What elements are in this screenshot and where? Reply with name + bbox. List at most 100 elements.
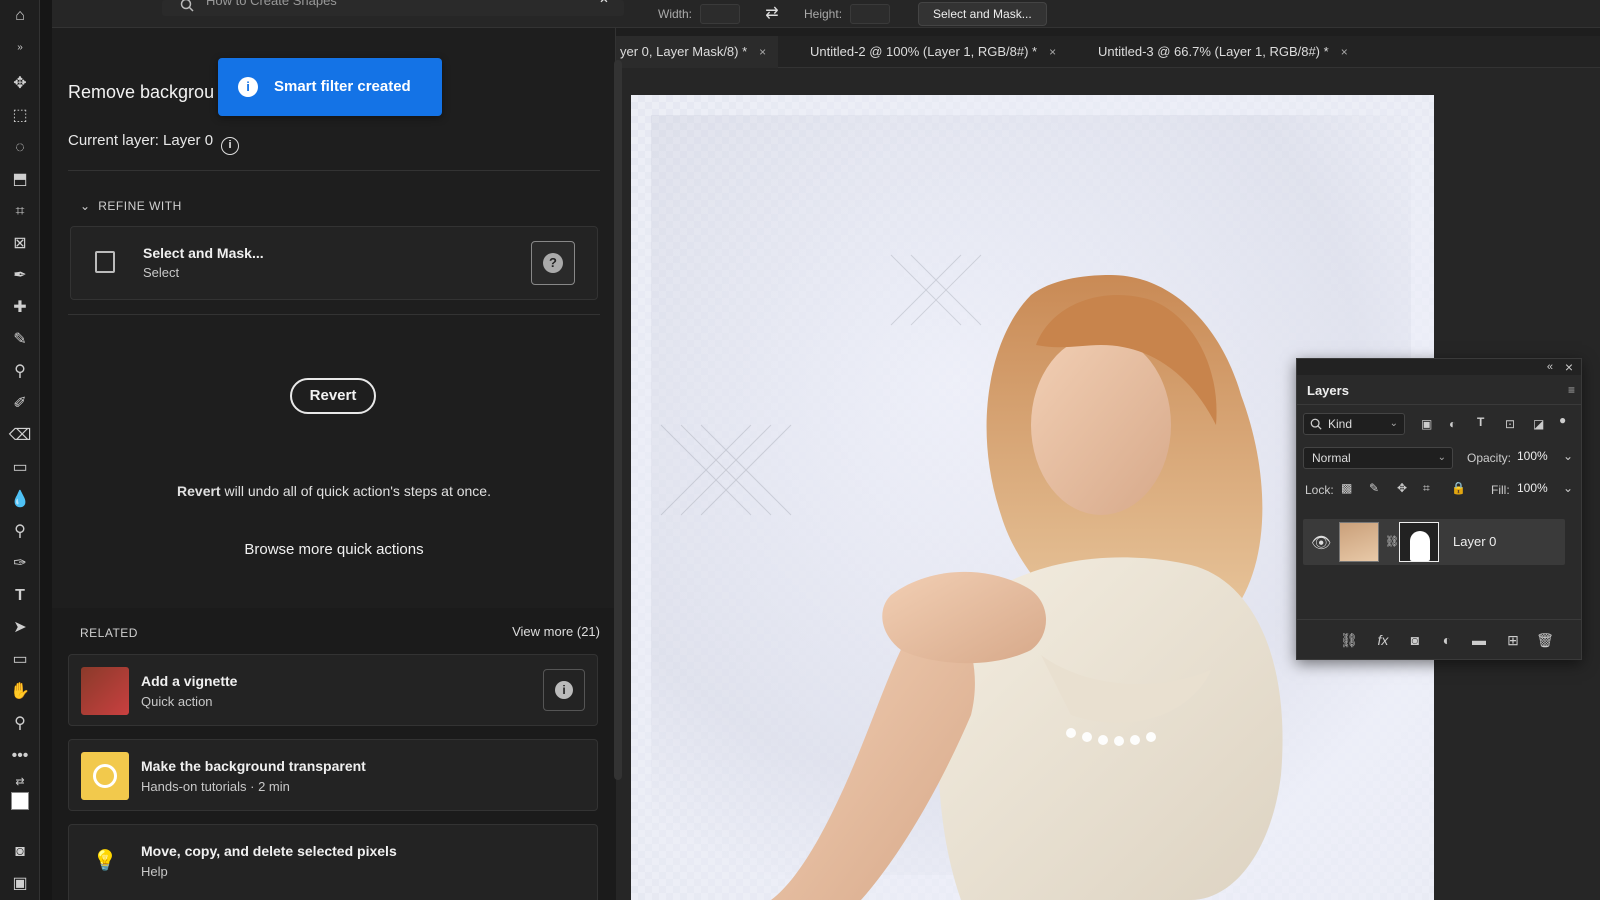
layer-row[interactable]: 👁 ⛓ Layer 0 (1303, 519, 1565, 565)
fill-value[interactable]: 100% (1517, 481, 1548, 495)
lock-all-icon[interactable]: 🔒 (1451, 481, 1466, 495)
swap-colors-icon[interactable]: ⇄ (8, 770, 32, 794)
lock-position-icon[interactable]: ✥ (1397, 481, 1407, 495)
search-input[interactable]: How to Create Shapes (162, 0, 624, 16)
related-heading: RELATED (80, 626, 138, 640)
type-tool-icon[interactable]: T (8, 584, 32, 608)
blend-mode-dropdown[interactable]: Normal ⌄ (1303, 447, 1453, 469)
fx-icon[interactable]: fx (1373, 630, 1393, 650)
link-layers-icon[interactable]: ⛓ (1339, 630, 1359, 650)
more-tools-icon[interactable]: ••• (8, 744, 32, 768)
blur-tool-icon[interactable]: 💧 (8, 488, 32, 512)
panel-scrollbar[interactable] (614, 60, 622, 780)
refine-with-heading[interactable]: ⌄ REFINE WITH (80, 199, 182, 213)
lock-transparent-icon[interactable]: ▩ (1341, 481, 1352, 495)
color-swatch-icon[interactable] (8, 792, 32, 816)
width-field[interactable] (700, 4, 740, 24)
panel-menu-icon[interactable]: ≡ (1568, 383, 1575, 397)
help-icon: ? (543, 253, 563, 273)
height-label: Height: (804, 7, 843, 21)
related-item-vignette[interactable]: Add a vignette Quick action i (68, 654, 598, 726)
related-title: Add a vignette (141, 673, 238, 689)
related-title: Move, copy, and delete selected pixels (141, 843, 397, 859)
marquee-tool-icon[interactable]: ⬚ (8, 104, 32, 128)
object-select-tool-icon[interactable]: ⬒ (8, 168, 32, 192)
related-subtitle: Hands-on tutorials · 2 min (141, 779, 290, 794)
brush-tool-icon[interactable]: ✎ (8, 328, 32, 352)
layer-thumbnail (1339, 522, 1379, 562)
layer-mask-thumbnail[interactable] (1399, 522, 1439, 562)
lasso-tool-icon[interactable]: ◌ (8, 136, 32, 160)
close-tab-icon[interactable]: × (1341, 45, 1348, 59)
history-brush-tool-icon[interactable]: ✐ (8, 392, 32, 416)
toast-notification: i Smart filter created (218, 58, 442, 116)
adjustment-layer-icon[interactable]: ◐ (1437, 630, 1457, 650)
revert-note: Revert will undo all of quick action's s… (177, 483, 491, 499)
dodge-tool-icon[interactable]: ⚲ (8, 520, 32, 544)
link-icon[interactable]: ⛓ (1385, 535, 1399, 548)
related-item-transparent-bg[interactable]: Make the background transparent Hands-on… (68, 739, 598, 811)
document-tabs: yer 0, Layer Mask/8) * × Untitled-2 @ 100… (616, 36, 1600, 68)
stamp-tool-icon[interactable]: ⚲ (8, 360, 32, 384)
pixel-filter-icon[interactable]: ▣ (1421, 417, 1432, 431)
zoom-tool-icon[interactable]: ⚲ (8, 712, 32, 736)
hand-tool-icon[interactable]: ✋ (8, 680, 32, 704)
tab-untitled-3[interactable]: Untitled-3 @ 66.7% (Layer 1, RGB/8#) * × (1098, 36, 1348, 68)
pen-tool-icon[interactable]: ✑ (8, 552, 32, 576)
shape-tool-icon[interactable]: ▭ (8, 648, 32, 672)
eyedropper-tool-icon[interactable]: ✒ (8, 264, 32, 288)
chevron-down-icon[interactable]: ⌄ (1563, 449, 1573, 463)
crop-tool-icon[interactable]: ⌗ (8, 200, 32, 224)
swap-dimensions-icon[interactable]: ⇄ (760, 2, 784, 26)
add-mask-icon[interactable]: ◙ (1405, 630, 1425, 650)
new-layer-icon[interactable]: ⊞ (1503, 630, 1523, 650)
quick-mask-icon[interactable]: ◙ (8, 840, 32, 864)
frame-tool-icon[interactable]: ⊠ (8, 232, 32, 256)
healing-tool-icon[interactable]: ✚ (8, 296, 32, 320)
view-more-link[interactable]: View more (21) (512, 624, 600, 639)
info-icon: i (555, 681, 573, 699)
type-filter-icon[interactable]: T (1477, 415, 1484, 429)
browse-more-link[interactable]: Browse more quick actions (52, 541, 616, 558)
smart-object-filter-icon[interactable]: ◪ (1533, 417, 1544, 431)
chevron-down-icon[interactable]: ⌄ (1563, 481, 1573, 495)
select-and-mask-button[interactable]: Select and Mask... (918, 2, 1047, 26)
filter-toggle-icon[interactable]: ● (1559, 413, 1566, 427)
info-icon: i (238, 77, 258, 97)
path-select-tool-icon[interactable]: ➤ (8, 616, 32, 640)
related-item-move-copy[interactable]: 💡 Move, copy, and delete selected pixels… (68, 824, 598, 900)
help-button[interactable]: ? (531, 241, 575, 285)
height-field[interactable] (850, 4, 890, 24)
close-tab-icon[interactable]: × (1049, 45, 1056, 59)
move-tool-icon[interactable]: ✥ (8, 72, 32, 96)
eraser-tool-icon[interactable]: ⌫ (8, 424, 32, 448)
opacity-value[interactable]: 100% (1517, 449, 1548, 463)
trash-icon[interactable]: 🗑 (1535, 630, 1555, 650)
related-title: Make the background transparent (141, 758, 366, 774)
info-button[interactable]: i (543, 669, 585, 711)
shape-filter-icon[interactable]: ⊡ (1505, 417, 1515, 431)
lock-pixels-icon[interactable]: ✎ (1369, 481, 1379, 495)
tab-untitled-2[interactable]: Untitled-2 @ 100% (Layer 1, RGB/8#) * × (810, 36, 1056, 68)
gradient-tool-icon[interactable]: ▭ (8, 456, 32, 480)
close-icon[interactable]: × (1565, 359, 1573, 375)
home-icon[interactable]: ⌂ (8, 4, 32, 28)
quick-actions-panel: Remove backgrou Current layer: Layer 0i … (52, 28, 616, 900)
screen-mode-icon[interactable]: ▣ (8, 872, 32, 896)
tab-layer-mask[interactable]: yer 0, Layer Mask/8) * × (616, 36, 779, 68)
collapse-icon[interactable]: « (1547, 359, 1553, 375)
eye-icon[interactable]: 👁 (1311, 533, 1331, 552)
adjustment-filter-icon[interactable]: ◐ (1449, 417, 1456, 431)
lock-artboard-icon[interactable]: ⌗ (1423, 481, 1430, 496)
layer-name[interactable]: Layer 0 (1453, 534, 1496, 549)
chevron-up-icon[interactable]: ⌃ (592, 0, 616, 18)
revert-button[interactable]: Revert (290, 378, 376, 414)
expand-icon[interactable]: » (8, 36, 32, 60)
select-and-mask-card[interactable]: Select and Mask... Select ? (70, 226, 598, 300)
tab-layers[interactable]: Layers (1307, 383, 1349, 398)
filter-kind-dropdown[interactable]: Kind ⌄ (1303, 413, 1405, 435)
layers-panel-header: « × (1297, 359, 1581, 375)
folder-icon[interactable]: ▬ (1469, 630, 1489, 650)
close-tab-icon[interactable]: × (759, 45, 766, 59)
info-icon[interactable]: i (221, 137, 240, 155)
